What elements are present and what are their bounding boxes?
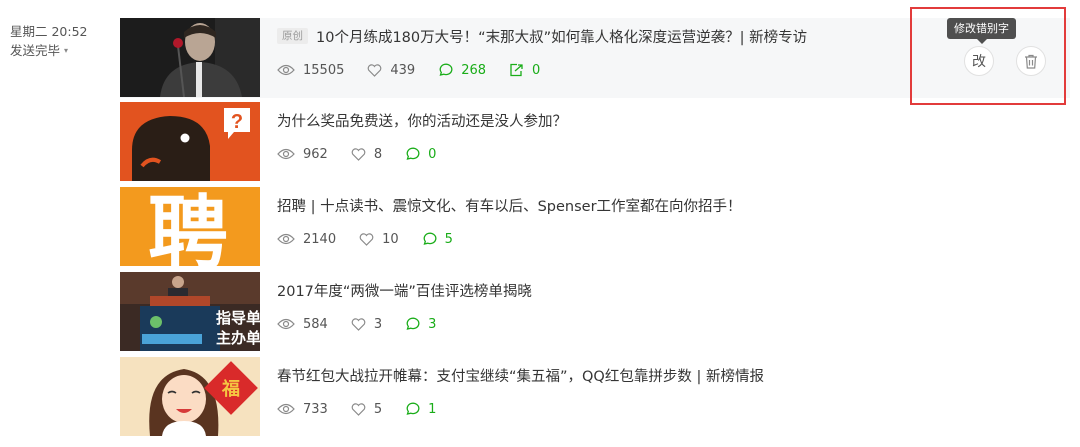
bubble-question-mark: ?	[231, 111, 243, 133]
stage-text-line2: 主办单	[216, 329, 260, 347]
edit-typo-button[interactable]: 改	[964, 46, 994, 76]
article-row[interactable]: ? 为什么奖品免费送，你的活动还是没人参加？ 962 8 0	[120, 102, 1070, 187]
fu-character: 福	[221, 378, 240, 400]
article-stats: 2140 10 5	[277, 230, 1070, 248]
thumbnail-portrait-image	[120, 18, 260, 97]
thumbnail-illustration-image: ?	[120, 102, 260, 181]
stage-text-line1: 指导单	[216, 309, 260, 327]
send-status-label: 发送完毕	[10, 43, 61, 58]
caret-down-icon: ▾	[64, 46, 69, 55]
original-tag: 原创	[277, 28, 308, 44]
edit-tooltip: 修改错别字	[947, 18, 1016, 44]
comment-icon	[405, 147, 420, 161]
likes-count: 10	[382, 231, 399, 247]
comments-count: 0	[428, 146, 437, 162]
article-thumbnail	[120, 18, 260, 97]
shares-count: 0	[532, 62, 541, 78]
share-icon	[509, 63, 524, 77]
thumbnail-event-stage-image: 指导单 主办单	[120, 272, 260, 351]
article-thumbnail: ?	[120, 102, 260, 181]
views-stat: 733	[277, 402, 328, 417]
views-stat: 2140	[277, 232, 336, 247]
heart-icon	[351, 402, 366, 416]
heart-icon	[351, 147, 366, 161]
article-stats: 733 5 1	[277, 400, 1070, 418]
shares-stat: 0	[509, 63, 540, 78]
likes-stat: 439	[367, 63, 415, 78]
comments-stat[interactable]: 5	[422, 232, 453, 247]
delete-button[interactable]	[1016, 46, 1046, 76]
article-thumbnail: 指导单 主办单	[120, 272, 260, 351]
edit-button-label: 改	[972, 54, 986, 70]
views-stat: 584	[277, 317, 328, 332]
comment-icon	[405, 402, 420, 416]
article-row[interactable]: 聘 招聘 | 十点读书、震惊文化、有车以后、Spenser工作室都在向你招手！ …	[120, 187, 1070, 272]
views-count: 2140	[303, 231, 337, 247]
article-stats: 962 8 0	[277, 145, 1070, 163]
send-status[interactable]: 发送完毕 ▾	[10, 41, 88, 60]
thumbnail-cartoon-image: 福	[120, 357, 260, 436]
recruitment-character: 聘	[148, 187, 228, 266]
views-count: 15505	[303, 62, 345, 78]
comment-icon	[405, 317, 420, 331]
comments-count: 5	[444, 231, 453, 247]
heart-icon	[367, 63, 382, 77]
article-title[interactable]: 10个月练成180万大号！“末那大叔”如何靠人格化深度运营逆袭？| 新榜专访	[316, 26, 807, 47]
article-thumbnail: 福	[120, 357, 260, 436]
views-count: 733	[303, 401, 328, 417]
likes-count: 439	[390, 62, 416, 78]
article-row[interactable]: 指导单 主办单 2017年度“两微一端”百佳评选榜单揭晓 584 3 3	[120, 272, 1070, 357]
likes-stat: 3	[351, 317, 382, 332]
article-thumbnail: 聘	[120, 187, 260, 266]
views-stat: 15505	[277, 63, 344, 78]
eye-icon	[277, 148, 295, 160]
article-title[interactable]: 为什么奖品免费送，你的活动还是没人参加？	[277, 110, 567, 131]
likes-stat: 5	[351, 402, 382, 417]
comments-count: 268	[461, 62, 487, 78]
likes-count: 8	[373, 146, 383, 162]
views-stat: 962	[277, 147, 328, 162]
comment-icon	[438, 63, 453, 77]
comments-count: 3	[428, 316, 437, 332]
article-title[interactable]: 春节红包大战拉开帷幕：支付宝继续“集五福”，QQ红包靠拼步数 | 新榜情报	[277, 365, 764, 386]
comments-stat[interactable]: 1	[405, 402, 436, 417]
views-count: 962	[303, 146, 328, 162]
likes-stat: 8	[351, 147, 382, 162]
eye-icon	[277, 318, 295, 330]
article-row[interactable]: 福 春节红包大战拉开帷幕：支付宝继续“集五福”，QQ红包靠拼步数 | 新榜情报 …	[120, 357, 1070, 442]
heart-icon	[359, 232, 374, 246]
comments-stat[interactable]: 3	[405, 317, 436, 332]
views-count: 584	[303, 316, 328, 332]
trash-icon	[1024, 54, 1038, 69]
eye-icon	[277, 64, 295, 76]
send-datetime: 星期二 20:52	[10, 24, 88, 39]
comments-stat[interactable]: 268	[438, 63, 486, 78]
likes-count: 3	[373, 316, 383, 332]
likes-count: 5	[373, 401, 383, 417]
heart-icon	[351, 317, 366, 331]
comments-count: 1	[428, 401, 437, 417]
article-stats: 584 3 3	[277, 315, 1070, 333]
comments-stat[interactable]: 0	[405, 147, 436, 162]
send-info: 星期二 20:52 发送完毕 ▾	[10, 22, 88, 60]
comment-icon	[422, 232, 437, 246]
article-title[interactable]: 招聘 | 十点读书、震惊文化、有车以后、Spenser工作室都在向你招手！	[277, 195, 742, 216]
likes-stat: 10	[359, 232, 399, 247]
article-title[interactable]: 2017年度“两微一端”百佳评选榜单揭晓	[277, 280, 532, 301]
eye-icon	[277, 403, 295, 415]
eye-icon	[277, 233, 295, 245]
thumbnail-recruitment-image: 聘	[120, 187, 260, 266]
